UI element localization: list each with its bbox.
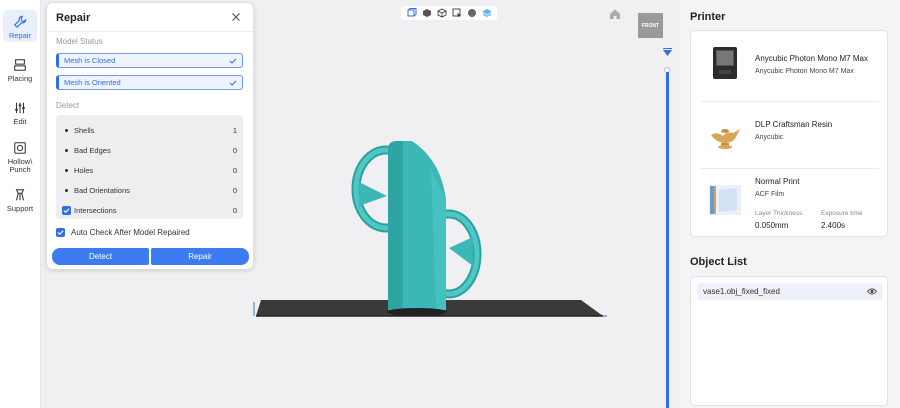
auto-check-label: Auto Check After Model Repaired [71,228,190,237]
detect-item-value: 0 [232,185,237,195]
home-icon[interactable] [609,8,621,20]
detect-item-value: 0 [232,205,237,215]
sliders-icon [15,102,25,114]
close-icon[interactable] [231,12,241,22]
tool-placing-label: Placing [7,74,33,83]
detect-item-label: Shells [74,125,95,135]
right-panel: Printer Anycubic Photon Mono M7 Max Anyc… [679,0,900,408]
status-mesh-oriented: Mesh is Oriented [56,75,243,90]
layer-thickness-label: Layer Thickness [755,210,803,217]
sphere-icon[interactable] [467,8,477,18]
resin-title[interactable]: DLP Craftsman Resin [755,120,832,129]
printer-machine-sub: Anycubic Photon Mono M7 Max [755,68,854,75]
object-list: vase1.obj_fixed_fixed [690,276,888,406]
check-icon [229,58,237,64]
printer-heading: Printer [690,11,726,23]
check-icon [229,80,237,86]
divider [701,101,879,102]
tool-hollow-punch-label: Hollow\ Punch [7,157,33,174]
detect-item-value: 1 [232,125,237,135]
solid-view-icon[interactable] [422,8,432,18]
print-title[interactable]: Normal Print [755,177,799,186]
model-status-label: Model Status [56,37,103,46]
status-mesh-closed-label: Mesh is Closed [64,56,116,65]
auto-check-option[interactable]: Auto Check After Model Repaired [56,227,243,239]
status-mesh-oriented-label: Mesh is Oriented [64,78,121,87]
printer-machine-title[interactable]: Anycubic Photon Mono M7 Max [755,54,868,63]
bullet [65,149,68,152]
bullet [65,189,68,192]
detect-item-value: 0 [232,145,237,155]
detect-item-label: Bad Edges [74,145,111,155]
bullet [65,129,68,132]
detect-button[interactable]: Detect [52,248,149,265]
detect-label: Detect [56,101,80,110]
detect-item-label: Bad Orientations [74,185,130,195]
auto-check-checkbox[interactable] [56,228,65,237]
detect-item-intersections[interactable]: Intersections 0 [56,202,243,218]
detect-item-shells: Shells 1 [56,122,243,138]
check-icon [57,230,64,236]
object-list-item[interactable]: vase1.obj_fixed_fixed [697,283,883,300]
layer-thickness-value: 0.050mm [755,221,789,230]
detect-item-holes: Holes 0 [56,162,243,178]
wireframe-icon[interactable] [437,8,447,18]
front-label: FRONT [641,22,660,29]
resin-sub: Anycubic [755,134,784,141]
bullet [65,169,68,172]
tool-placing[interactable]: Placing [3,58,37,83]
status-mesh-closed: Mesh is Closed [56,53,243,68]
object-list-heading: Object List [690,256,747,268]
divider [47,31,253,32]
resin-thumbnail[interactable] [707,117,743,153]
detect-item-value: 0 [232,165,237,175]
view-toolbar [401,6,497,20]
repair-button[interactable]: Repair [151,248,249,265]
layer-top-marker-icon[interactable] [663,48,672,57]
tool-edit[interactable]: Edit [3,101,37,126]
intersections-checkbox[interactable] [62,206,71,215]
repair-panel: Repair Model Status Mesh is Closed Mesh … [47,3,253,269]
tool-support-label: Support [6,204,34,213]
detect-item-label: Holes [74,165,94,175]
printer-machine-thumbnail[interactable] [707,45,743,81]
detect-item-label: Intersections [74,205,117,215]
check-icon [63,208,70,214]
print-sub: ACF Film [755,191,785,198]
placing-icon [14,59,26,71]
detect-item-bad-edges: Bad Edges 0 [56,142,243,158]
divider [701,168,879,169]
tool-edit-label: Edit [13,117,27,126]
slice-view-icon[interactable] [482,8,492,18]
view-cube-icon[interactable] [407,8,417,18]
object-name: vase1.obj_fixed_fixed [703,287,780,296]
select-icon[interactable] [452,8,462,18]
wrench-icon [13,15,27,29]
tool-repair[interactable]: Repair [3,10,37,42]
view-cube-front[interactable]: FRONT [638,13,663,38]
tool-support[interactable]: Support [3,188,37,213]
layer-slider-track[interactable] [666,72,669,408]
detect-item-bad-orientations: Bad Orientations 0 [56,182,243,198]
model-vase [351,141,482,316]
printer-card: Anycubic Photon Mono M7 Max Anycubic Pho… [690,30,888,237]
eye-icon[interactable] [867,287,877,296]
detect-results: Shells 1 Bad Edges 0 Holes 0 Bad Orienta… [56,115,243,219]
exposure-time-value: 2.400s [821,221,846,230]
repair-title: Repair [56,12,91,24]
tool-repair-label: Repair [8,31,32,40]
print-settings-thumbnail[interactable] [707,182,743,218]
hollow-icon [14,142,26,154]
left-toolbar: Repair Placing Edit Hollow\ Punch Support [0,0,41,408]
exposure-time-label: Exposure time [821,210,863,217]
support-icon [15,189,25,201]
tool-hollow-punch[interactable]: Hollow\ Punch [3,141,37,174]
